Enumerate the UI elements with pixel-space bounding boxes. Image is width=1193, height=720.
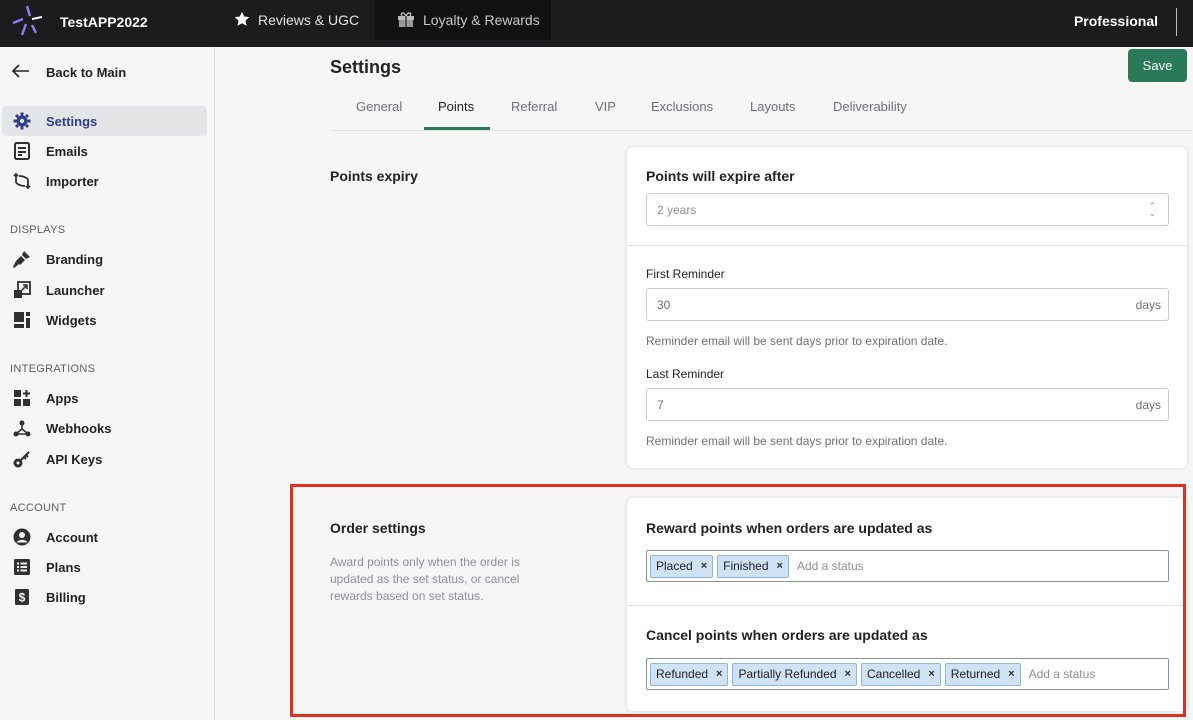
widgets-icon — [12, 310, 32, 330]
sidebar-item-label: Launcher — [46, 282, 105, 298]
highlight-box — [290, 484, 1186, 717]
sidebar-item-importer[interactable]: Importer — [2, 166, 207, 196]
tab-layouts[interactable]: Layouts — [750, 99, 796, 114]
sidebar-item-billing[interactable]: $ Billing — [2, 582, 207, 612]
sidebar-item-label: Importer — [46, 173, 99, 189]
brand[interactable]: TestAPP2022 — [10, 0, 148, 44]
tab-referral[interactable]: Referral — [511, 99, 557, 114]
sidebar-item-label: Plans — [46, 559, 81, 575]
last-reminder-help: Reminder email will be sent days prior t… — [646, 434, 948, 448]
nav-loyalty-label: Loyalty & Rewards — [423, 12, 540, 28]
dollar-icon: $ — [12, 587, 32, 607]
webhook-icon — [12, 418, 32, 438]
sidebar-item-label: Apps — [46, 390, 79, 406]
card-title: Points will expire after — [646, 168, 795, 184]
key-icon — [12, 449, 32, 469]
sidebar-item-account[interactable]: Account — [2, 522, 207, 552]
top-bar: TestAPP2022 Reviews & UGC Loyalty & Rewa… — [0, 0, 1193, 47]
logo-icon — [10, 3, 44, 42]
paint-icon — [12, 249, 32, 269]
star-icon — [234, 11, 258, 30]
sidebar-item-api-keys[interactable]: API Keys — [2, 444, 207, 474]
sidebar-item-emails[interactable]: Emails — [2, 136, 207, 166]
sidebar-item-label: Settings — [46, 113, 98, 129]
save-button[interactable]: Save — [1128, 49, 1187, 82]
nav-reviews-label: Reviews & UGC — [258, 12, 360, 28]
first-reminder-help: Reminder email will be sent days prior t… — [646, 334, 948, 348]
importer-icon — [12, 171, 32, 191]
gear-icon — [12, 111, 32, 131]
sidebar-item-label: Webhooks — [46, 420, 112, 436]
first-reminder-label: First Reminder — [646, 267, 725, 281]
sidebar: Back to Main Settings Emails Importer DI… — [0, 47, 215, 720]
sidebar-item-label: Widgets — [46, 312, 97, 328]
last-reminder-label: Last Reminder — [646, 367, 725, 381]
settings-tabs: General Points Referral VIP Exclusions L… — [330, 85, 1192, 131]
back-to-main-link[interactable]: Back to Main — [11, 64, 127, 81]
sidebar-item-label: Emails — [46, 143, 88, 159]
tab-deliverability[interactable]: Deliverability — [833, 99, 907, 114]
tab-points[interactable]: Points — [438, 99, 474, 114]
expire-after-select[interactable]: 2 years ⌃ ⌄ — [646, 193, 1169, 226]
sidebar-item-widgets[interactable]: Widgets — [2, 305, 207, 335]
arrow-left-icon — [11, 64, 46, 81]
input-suffix: days — [1135, 298, 1161, 312]
sidebar-item-plans[interactable]: Plans — [2, 552, 207, 582]
sidebar-item-label: API Keys — [46, 451, 103, 467]
section-displays: DISPLAYS — [10, 224, 66, 236]
list-icon — [12, 557, 32, 577]
svg-text:$: $ — [19, 591, 26, 605]
sidebar-item-settings[interactable]: Settings — [2, 106, 207, 136]
plan-label[interactable]: Professional — [1074, 13, 1158, 29]
sidebar-item-label: Branding — [46, 251, 104, 267]
active-tab-indicator — [424, 127, 490, 130]
page-title: Settings — [330, 57, 402, 77]
last-reminder-input[interactable]: 7 days — [646, 388, 1169, 421]
email-icon — [12, 141, 32, 161]
section-integrations: INTEGRATIONS — [10, 363, 96, 375]
sidebar-item-apps[interactable]: Apps — [2, 383, 207, 413]
sidebar-item-launcher[interactable]: Launcher — [2, 275, 207, 305]
nav-reviews-ugc[interactable]: Reviews & UGC — [234, 0, 359, 40]
input-value: 7 — [657, 397, 664, 412]
select-value: 2 years — [657, 202, 697, 217]
divider — [1176, 8, 1177, 36]
select-arrows-icon: ⌃ ⌄ — [1148, 201, 1156, 218]
input-value: 30 — [657, 297, 671, 312]
user-icon — [12, 527, 32, 547]
divider — [627, 245, 1187, 246]
apps-icon — [12, 388, 32, 408]
launcher-icon — [12, 280, 32, 300]
tab-exclusions[interactable]: Exclusions — [651, 99, 713, 114]
sidebar-item-label: Billing — [46, 589, 86, 605]
points-expiry-card: Points will expire after 2 years ⌃ ⌄ Firs… — [627, 147, 1187, 468]
section-account: ACCOUNT — [10, 502, 67, 514]
back-label: Back to Main — [46, 65, 127, 80]
sidebar-item-branding[interactable]: Branding — [2, 244, 207, 274]
sidebar-item-webhooks[interactable]: Webhooks — [2, 413, 207, 443]
sidebar-item-label: Account — [46, 529, 98, 545]
tab-general[interactable]: General — [356, 99, 402, 114]
first-reminder-input[interactable]: 30 days — [646, 288, 1169, 321]
gift-icon — [397, 11, 423, 30]
input-suffix: days — [1135, 398, 1161, 412]
nav-loyalty-rewards[interactable]: Loyalty & Rewards — [375, 0, 551, 40]
tab-vip[interactable]: VIP — [595, 99, 616, 114]
section-title-points-expiry: Points expiry — [330, 168, 418, 184]
app-name: TestAPP2022 — [60, 14, 148, 30]
